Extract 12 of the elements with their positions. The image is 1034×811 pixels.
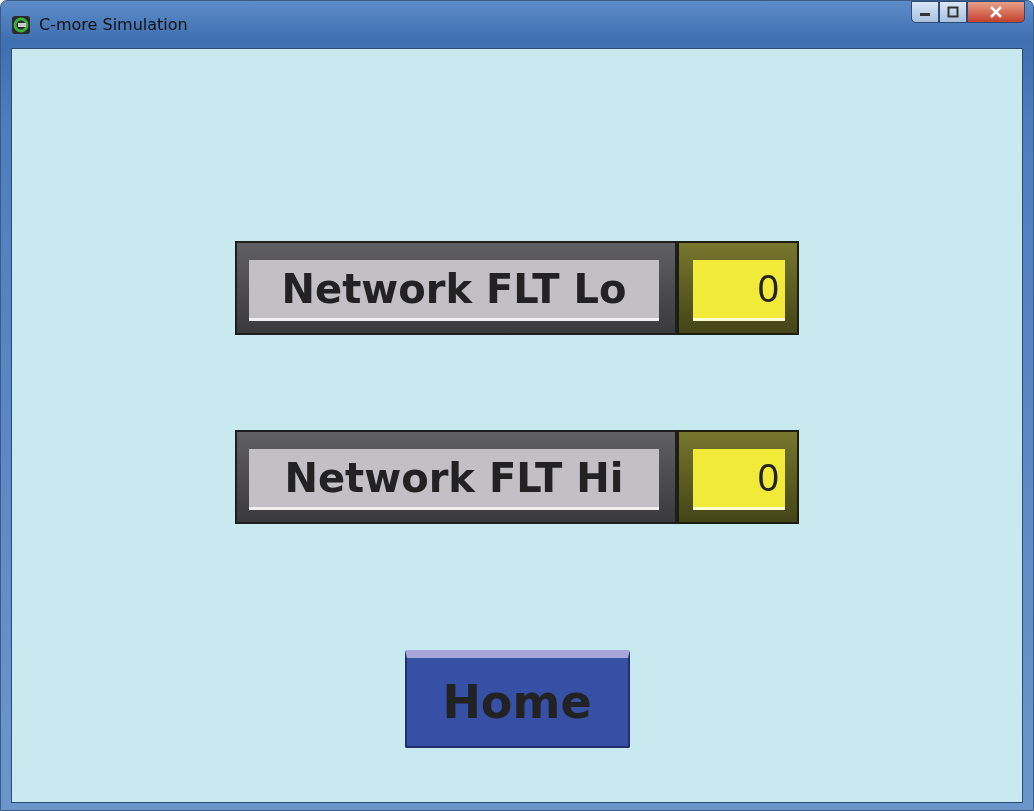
maximize-icon: [947, 6, 959, 18]
value-display: 0: [677, 430, 799, 524]
close-button[interactable]: [967, 1, 1025, 23]
label-panel: Network FLT Lo: [235, 241, 677, 335]
close-icon: [989, 6, 1003, 18]
window-title: C-more Simulation: [39, 13, 188, 36]
maximize-button[interactable]: [939, 1, 967, 23]
home-button[interactable]: Home: [404, 650, 630, 748]
label-panel: Network FLT Hi: [235, 430, 677, 524]
value-display: 0: [677, 241, 799, 335]
minimize-button[interactable]: [911, 1, 939, 23]
app-icon: [11, 14, 31, 35]
